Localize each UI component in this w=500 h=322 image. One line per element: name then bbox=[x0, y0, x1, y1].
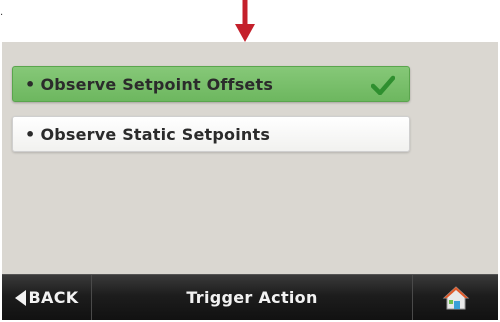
screen-title: Trigger Action bbox=[186, 288, 318, 307]
option-observe-setpoint-offsets[interactable]: • Observe Setpoint Offsets bbox=[12, 66, 410, 102]
corner-mark: . bbox=[0, 7, 4, 18]
back-button[interactable]: BACK bbox=[2, 275, 92, 320]
option-bullet: • bbox=[25, 124, 36, 144]
bottom-nav-bar: BACK Trigger Action bbox=[2, 274, 498, 320]
back-button-label: BACK bbox=[28, 288, 79, 307]
option-label: Observe Static Setpoints bbox=[40, 124, 271, 144]
home-button[interactable] bbox=[412, 275, 498, 320]
page: . • Observe Setpoint Offsets • Observe S… bbox=[0, 0, 500, 322]
option-label: Observe Setpoint Offsets bbox=[40, 74, 274, 94]
home-icon bbox=[442, 285, 469, 309]
back-arrow-icon bbox=[14, 289, 26, 306]
option-bullet: • bbox=[25, 74, 36, 94]
option-observe-static-setpoints[interactable]: • Observe Static Setpoints bbox=[12, 116, 410, 152]
annotation-arrow-icon bbox=[235, 0, 255, 42]
check-icon bbox=[371, 75, 395, 95]
device-screen: • Observe Setpoint Offsets • Observe Sta… bbox=[2, 42, 498, 320]
